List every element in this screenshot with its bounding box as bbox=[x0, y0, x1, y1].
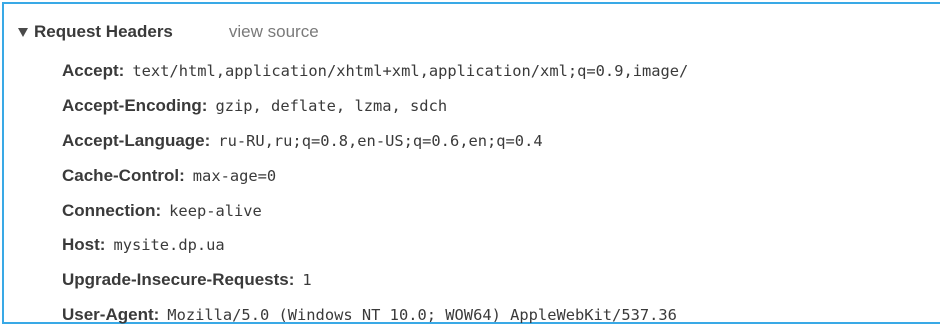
header-value: keep-alive bbox=[169, 201, 262, 220]
header-name: Accept-Language: bbox=[62, 130, 211, 150]
header-value: gzip, deflate, lzma, sdch bbox=[215, 97, 448, 116]
header-row-accept-language: Accept-Language: ru-RU,ru;q=0.8,en-US;q=… bbox=[62, 124, 688, 159]
header-row-cache-control: Cache-Control: max-age=0 bbox=[62, 158, 688, 193]
header-value: ru-RU,ru;q=0.8,en-US;q=0.6,en;q=0.4 bbox=[218, 131, 543, 150]
header-value: mysite.dp.ua bbox=[113, 236, 225, 255]
header-name: Host: bbox=[62, 235, 106, 255]
section-title[interactable]: Request Headers bbox=[34, 22, 173, 42]
header-row-accept-encoding: Accept-Encoding: gzip, deflate, lzma, sd… bbox=[62, 89, 688, 124]
header-list: Accept: text/html,application/xhtml+xml,… bbox=[62, 54, 688, 332]
header-row-accept: Accept: text/html,application/xhtml+xml,… bbox=[62, 54, 688, 89]
header-value: 1 bbox=[302, 271, 312, 290]
header-name: Upgrade-Insecure-Requests: bbox=[62, 270, 295, 290]
header-row-upgrade-insecure-requests: Upgrade-Insecure-Requests: 1 bbox=[62, 263, 688, 298]
header-row-connection: Connection: keep-alive bbox=[62, 193, 688, 228]
request-headers-section-header[interactable]: Request Headers view source bbox=[18, 18, 319, 46]
header-name: Cache-Control: bbox=[62, 165, 185, 185]
view-source-link[interactable]: view source bbox=[229, 22, 319, 42]
header-value: text/html,application/xhtml+xml,applicat… bbox=[132, 62, 689, 81]
disclosure-triangle-icon[interactable] bbox=[18, 28, 28, 37]
header-name: User-Agent: bbox=[62, 304, 160, 324]
request-headers-panel: Request Headers view source Accept: text… bbox=[2, 2, 940, 324]
header-row-host: Host: mysite.dp.ua bbox=[62, 228, 688, 263]
header-name: Accept: bbox=[62, 61, 125, 81]
header-name: Connection: bbox=[62, 200, 162, 220]
header-row-user-agent: User-Agent: Mozilla/5.0 (Windows NT 10.0… bbox=[62, 298, 688, 332]
header-value: Mozilla/5.0 (Windows NT 10.0; WOW64) App… bbox=[167, 305, 677, 324]
header-value: max-age=0 bbox=[192, 166, 277, 185]
header-name: Accept-Encoding: bbox=[62, 96, 208, 116]
